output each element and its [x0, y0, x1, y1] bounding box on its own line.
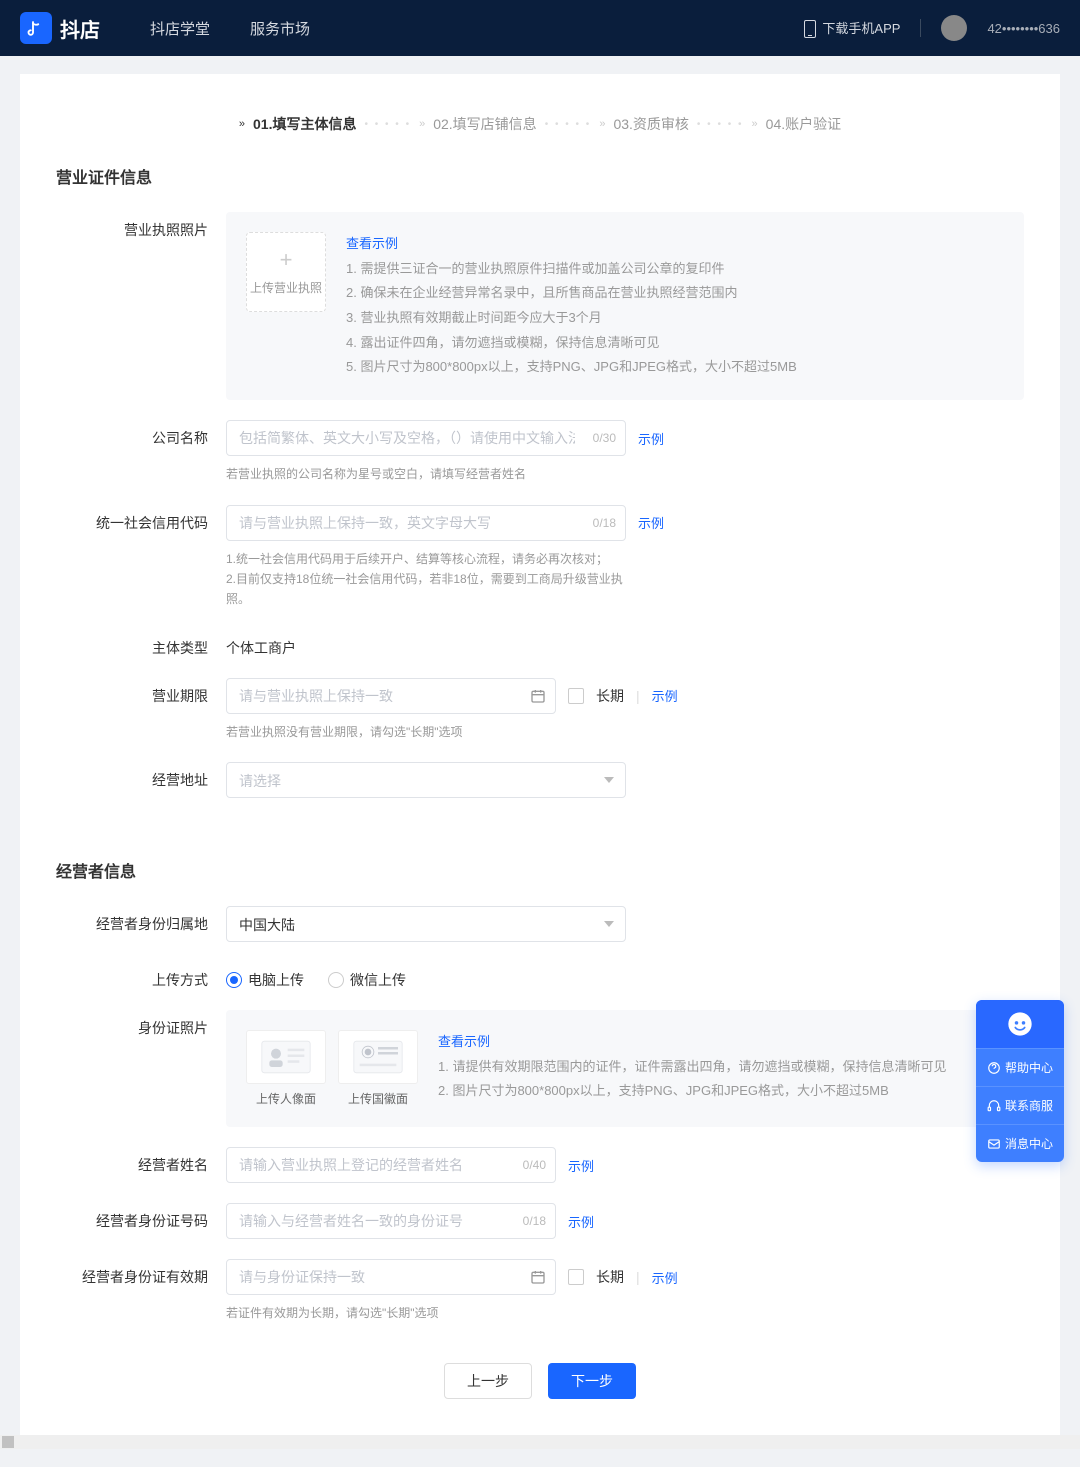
tip-text: 3. 营业执照有效期截止时间距今应大于3个月 — [346, 310, 602, 325]
hint-text: 若营业执照的公司名称为星号或空白，请填写经营者姓名 — [226, 464, 646, 484]
logo[interactable]: 抖店 — [20, 12, 100, 44]
label-company-name: 公司名称 — [56, 420, 226, 448]
section-title-license: 营业证件信息 — [20, 164, 1060, 188]
id-front-label: 上传人像面 — [246, 1090, 326, 1107]
counter: 0/18 — [593, 516, 616, 530]
label-upload-method: 上传方式 — [56, 962, 226, 990]
user-id: 42••••••••636 — [987, 21, 1060, 36]
scrollbar-horizontal[interactable] — [0, 1435, 1080, 1449]
entity-type-value: 个体工商户 — [226, 630, 1024, 658]
chevron-down-icon — [604, 921, 614, 927]
step-4: 04.账户验证 — [766, 114, 841, 134]
counter: 0/18 — [523, 1214, 546, 1228]
scrollbar-thumb[interactable] — [2, 1436, 14, 1448]
address-select[interactable]: 请选择 — [226, 762, 626, 798]
logo-icon — [20, 12, 52, 44]
avatar[interactable] — [941, 15, 967, 41]
contact-service-button[interactable]: 联系商服 — [976, 1086, 1064, 1124]
nav-link-market[interactable]: 服务市场 — [250, 18, 310, 39]
label-operator-id: 经营者身份证号码 — [56, 1203, 226, 1231]
tip-text: 4. 露出证件四角，请勿遮挡或模糊，保持信息清晰可见 — [346, 335, 659, 350]
uscc-input[interactable] — [226, 505, 626, 541]
label-id-photo: 身份证照片 — [56, 1010, 226, 1038]
label-uscc: 统一社会信用代码 — [56, 505, 226, 533]
step-3: 03.资质审核 — [613, 114, 688, 134]
upload-license-button[interactable]: + 上传营业执照 — [246, 232, 326, 312]
label-operator-name: 经营者姓名 — [56, 1147, 226, 1175]
id-region-select[interactable]: 中国大陆 — [226, 906, 626, 942]
period-input[interactable] — [226, 678, 556, 714]
label-address: 经营地址 — [56, 762, 226, 790]
top-nav: 抖店学堂 服务市场 — [150, 18, 310, 39]
nav-link-academy[interactable]: 抖店学堂 — [150, 18, 210, 39]
hint-text: 若营业执照没有营业期限，请勾选"长期"选项 — [226, 722, 646, 742]
chevron-down-icon — [604, 777, 614, 783]
example-link[interactable]: 示例 — [568, 1156, 594, 1175]
tip-text: 2. 图片尺寸为800*800px以上，支持PNG、JPG和JPEG格式，大小不… — [438, 1083, 889, 1098]
id-expiry-input[interactable] — [226, 1259, 556, 1295]
app-header: 抖店 抖店学堂 服务市场 下载手机APP 42••••••••636 — [0, 0, 1080, 56]
radio-wechat-upload[interactable]: 微信上传 — [328, 970, 406, 990]
download-app-link[interactable]: 下载手机APP — [804, 18, 900, 39]
long-term-label: 长期 — [596, 686, 624, 706]
tip-text: 2. 确保未在企业经营异常名录中，且所售商品在营业执照经营范围内 — [346, 285, 737, 300]
calendar-icon — [530, 688, 546, 704]
help-panel: 帮助中心 联系商服 消息中心 — [976, 1000, 1064, 1162]
upload-id-front-button[interactable] — [246, 1030, 326, 1084]
company-name-input[interactable] — [226, 420, 626, 456]
example-link[interactable]: 示例 — [638, 513, 664, 532]
help-center-button[interactable]: 帮助中心 — [976, 1048, 1064, 1086]
operator-name-input[interactable] — [226, 1147, 556, 1183]
message-icon — [987, 1137, 1001, 1151]
step-2: 02.填写店铺信息 — [433, 114, 536, 134]
label-id-region: 经营者身份归属地 — [56, 906, 226, 934]
counter: 0/30 — [593, 431, 616, 445]
radio-icon — [328, 972, 344, 988]
example-link[interactable]: 示例 — [568, 1212, 594, 1231]
prev-button[interactable]: 上一步 — [444, 1363, 532, 1399]
upload-id-back-button[interactable] — [338, 1030, 418, 1084]
hint-text: 1.统一社会信用代码用于后续开户、结算等核心流程，请务必再次核对； 2.目前仅支… — [226, 549, 646, 610]
view-example-link[interactable]: 查看示例 — [346, 236, 398, 251]
hint-text: 若证件有效期为长期，请勾选"长期"选项 — [226, 1303, 646, 1323]
label-period: 营业期限 — [56, 678, 226, 706]
tip-text: 1. 请提供有效期限范围内的证件，证件需露出四角，请勿遮挡或模糊，保持信息清晰可… — [438, 1059, 946, 1074]
view-example-link[interactable]: 查看示例 — [438, 1034, 490, 1049]
step-1: 01.填写主体信息 — [253, 114, 356, 134]
message-center-button[interactable]: 消息中心 — [976, 1124, 1064, 1162]
phone-icon — [804, 20, 816, 38]
radio-pc-upload[interactable]: 电脑上传 — [226, 970, 304, 990]
headset-icon — [987, 1099, 1001, 1113]
step-indicator: » 01.填写主体信息 • • • • •» 02.填写店铺信息 • • • •… — [20, 104, 1060, 164]
divider — [920, 19, 921, 37]
section-title-operator: 经营者信息 — [20, 858, 1060, 882]
label-entity-type: 主体类型 — [56, 630, 226, 658]
counter: 0/40 — [523, 1158, 546, 1172]
logo-text: 抖店 — [60, 14, 100, 43]
long-term-label: 长期 — [596, 1267, 624, 1287]
label-license-photo: 营业执照照片 — [56, 212, 226, 240]
long-term-checkbox[interactable] — [568, 688, 584, 704]
example-link[interactable]: 示例 — [652, 1268, 678, 1287]
id-back-label: 上传国徽面 — [338, 1090, 418, 1107]
label-id-expiry: 经营者身份证有效期 — [56, 1259, 226, 1287]
example-link[interactable]: 示例 — [652, 686, 678, 705]
calendar-icon — [530, 1269, 546, 1285]
example-link[interactable]: 示例 — [638, 429, 664, 448]
operator-id-input[interactable] — [226, 1203, 556, 1239]
long-term-checkbox[interactable] — [568, 1269, 584, 1285]
tip-text: 1. 需提供三证合一的营业执照原件扫描件或加盖公司公章的复印件 — [346, 261, 724, 276]
radio-icon — [226, 972, 242, 988]
question-icon — [987, 1061, 1001, 1075]
tip-text: 5. 图片尺寸为800*800px以上，支持PNG、JPG和JPEG格式，大小不… — [346, 359, 797, 374]
next-button[interactable]: 下一步 — [548, 1363, 636, 1399]
help-bot-icon[interactable] — [976, 1000, 1064, 1048]
plus-icon: + — [280, 249, 293, 271]
